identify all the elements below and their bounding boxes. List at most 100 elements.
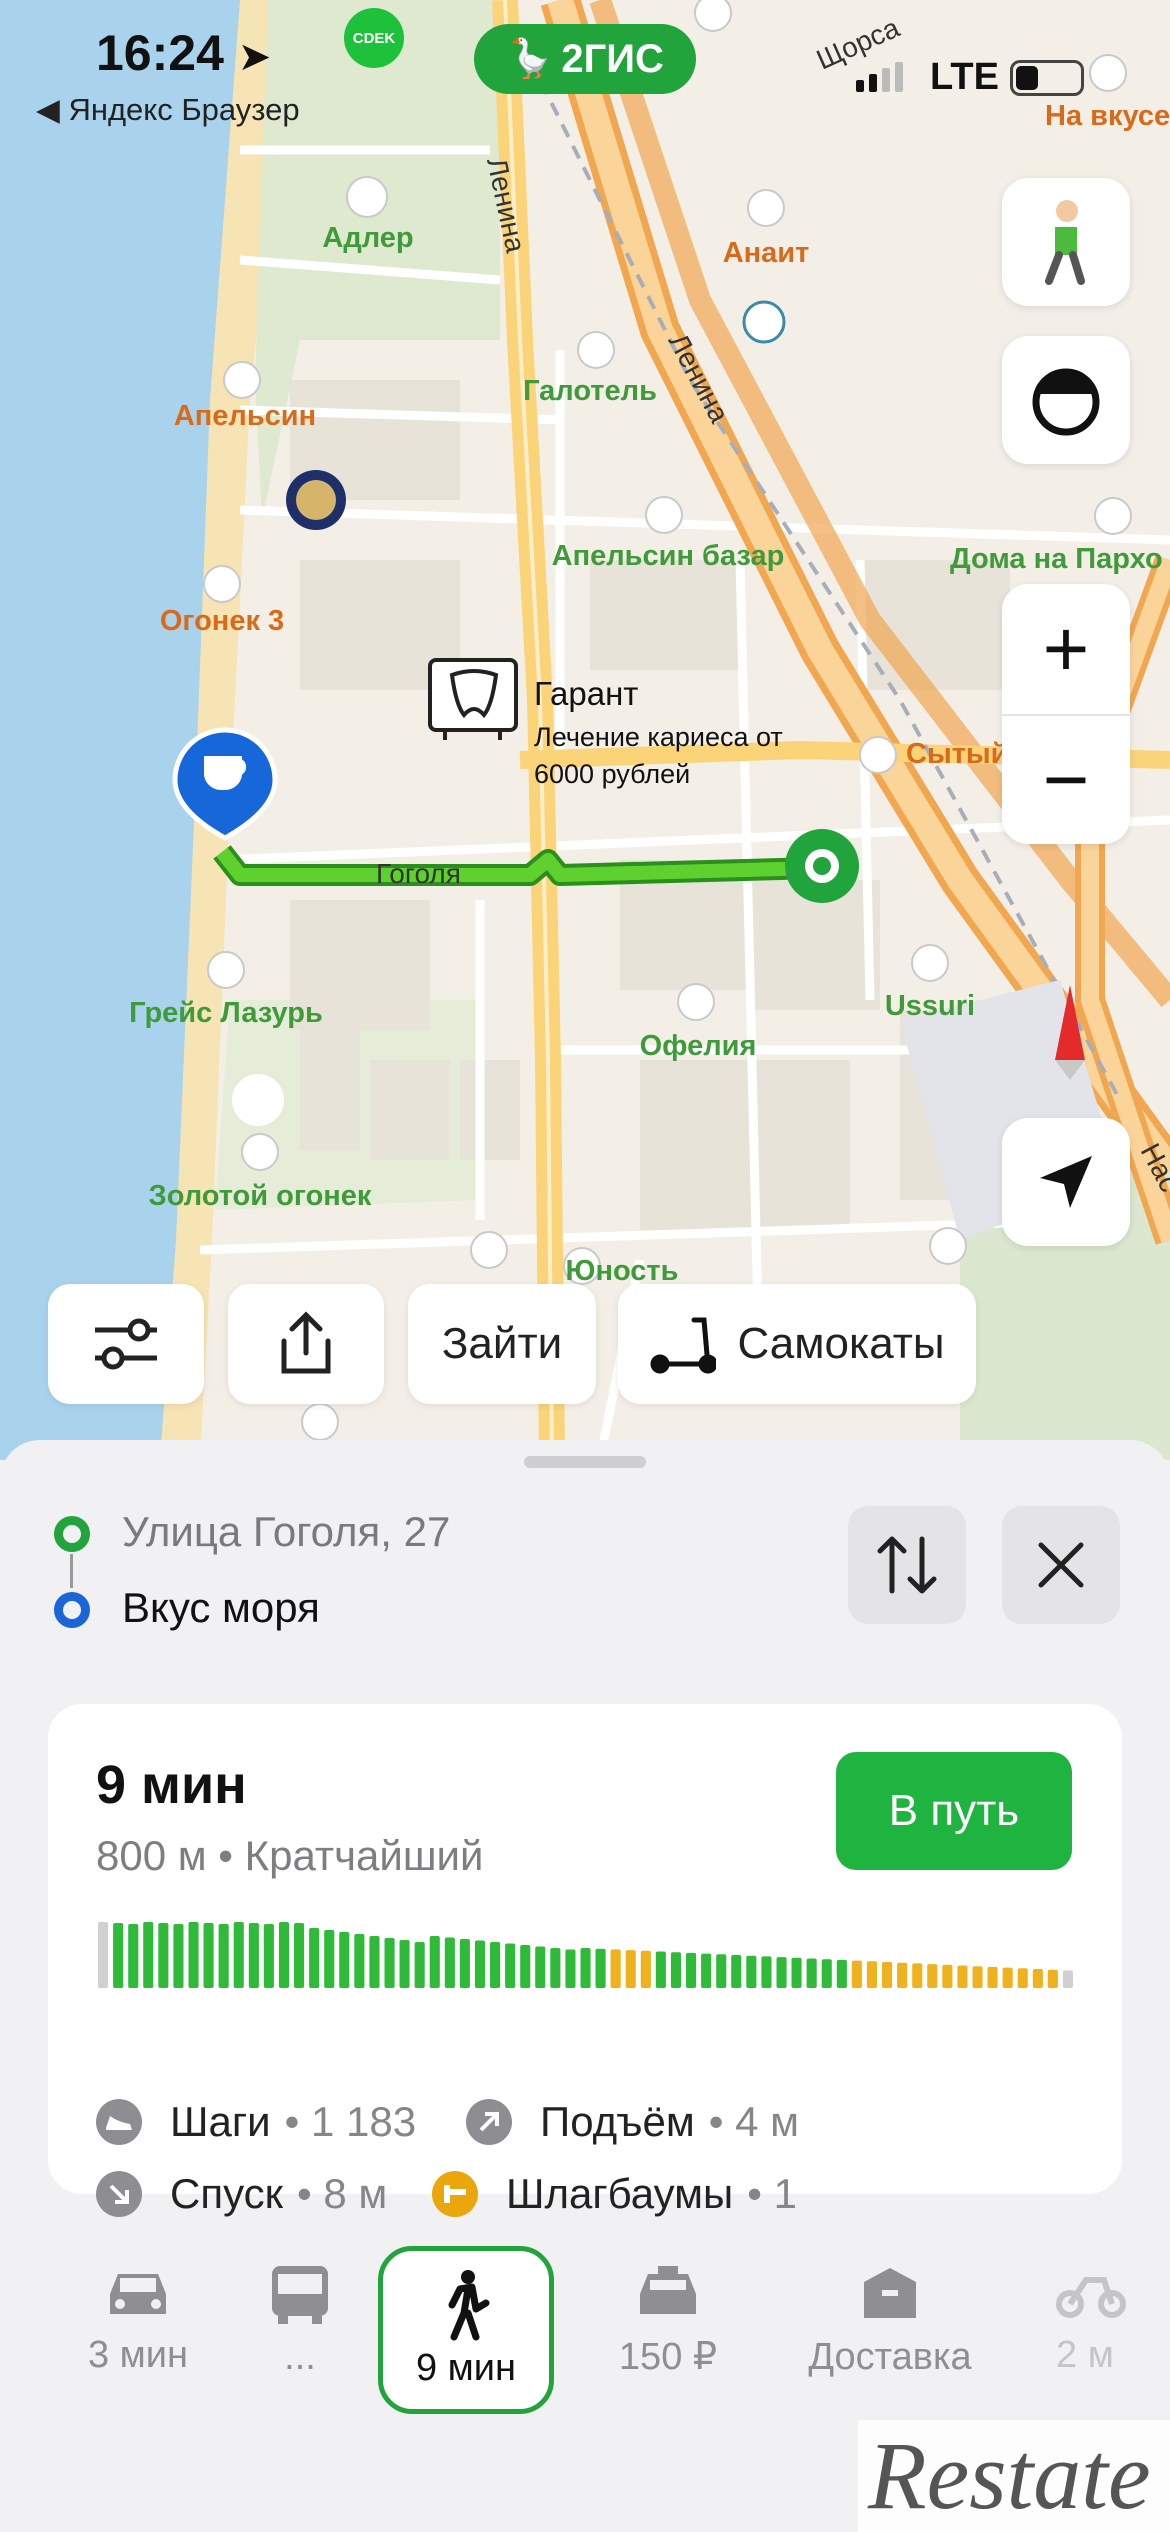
goose-icon: 🪿 xyxy=(506,38,554,80)
bike-icon xyxy=(1056,2277,1126,2318)
close-route-button[interactable] xyxy=(1002,1506,1120,1624)
zoom-out-button[interactable]: − xyxy=(1043,716,1090,844)
mode-bike[interactable]: 2 м xyxy=(1056,2264,1170,2377)
stat-steps: Шаги • 1 183 xyxy=(96,2098,416,2146)
elevation-bar xyxy=(655,1951,666,1988)
elevation-bar xyxy=(324,1930,335,1988)
elevation-bar xyxy=(459,1939,470,1988)
elevation-bar xyxy=(716,1954,727,1988)
swap-arrows-icon xyxy=(877,1536,937,1594)
taxi-icon xyxy=(640,2266,696,2314)
map-view[interactable]: Адлер Апельсин Огонек 3 Анаит Галотель А… xyxy=(0,0,1170,1460)
elevation-bar xyxy=(1017,1968,1028,1988)
elevation-bar xyxy=(610,1949,621,1988)
poi-adler: Адлер xyxy=(322,222,413,254)
share-button[interactable] xyxy=(228,1284,384,1404)
back-to-app-link[interactable]: ◀ Яндекс Браузер xyxy=(36,92,300,128)
poi-zolotoi: Золотой огонек xyxy=(149,1180,372,1212)
mode-bus[interactable]: ... xyxy=(240,2264,360,2379)
elevation-bar xyxy=(1002,1967,1013,1988)
elevation-bar xyxy=(625,1950,636,1988)
compass-button[interactable] xyxy=(1002,336,1130,464)
elevation-bar xyxy=(188,1922,199,1988)
elevation-bar xyxy=(746,1955,757,1988)
elevation-bar xyxy=(776,1957,787,1988)
elevation-bar xyxy=(912,1963,923,1988)
elevation-bar xyxy=(113,1923,124,1988)
elevation-bar xyxy=(791,1957,802,1988)
elevation-bar xyxy=(309,1928,320,1988)
zoom-in-button[interactable]: + xyxy=(1043,584,1090,714)
elevation-bar xyxy=(520,1945,531,1988)
elevation-bar xyxy=(399,1940,410,1988)
elevation-bar xyxy=(866,1961,877,1988)
location-arrow-icon: ➤ xyxy=(237,35,272,79)
elevation-bar xyxy=(203,1923,214,1988)
locate-me-button[interactable] xyxy=(1002,1118,1130,1246)
elevation-bar xyxy=(233,1922,244,1988)
network-type: LTE xyxy=(930,56,999,98)
sneaker-icon xyxy=(96,2099,142,2145)
poi-apelsin: Апельсин xyxy=(174,400,316,432)
swap-route-button[interactable] xyxy=(848,1506,966,1624)
elevation-bar xyxy=(414,1942,425,1988)
mode-taxi[interactable]: 150 ₽ xyxy=(598,2264,738,2379)
elevation-bar xyxy=(897,1962,908,1988)
stat-barriers: Шлагбаумы • 1 xyxy=(432,2170,797,2218)
end-point-icon xyxy=(54,1592,90,1628)
route-from[interactable]: Улица Гоголя, 27 xyxy=(122,1508,450,1556)
elevation-bar xyxy=(701,1953,712,1988)
poi-ussuri: Ussuri xyxy=(885,990,975,1022)
elevation-bar xyxy=(686,1952,697,1988)
filters-button[interactable] xyxy=(48,1284,204,1404)
elevation-bar xyxy=(384,1938,395,1988)
elevation-bar xyxy=(354,1934,365,1988)
elevation-bar xyxy=(218,1924,229,1988)
route-distance: 800 м • Кратчайший xyxy=(96,1832,484,1879)
elevation-bar xyxy=(942,1964,953,1988)
elevation-bar xyxy=(987,1966,998,1988)
barrier-icon xyxy=(432,2171,478,2217)
elevation-bar xyxy=(98,1922,109,1988)
dental-clinic-icon[interactable] xyxy=(428,658,518,740)
scooters-button[interactable]: Самокаты xyxy=(618,1284,976,1404)
elevation-bar xyxy=(821,1959,832,1988)
poi-ogonek: Огонек 3 xyxy=(160,605,284,637)
route-duration: 9 мин xyxy=(96,1755,247,1815)
poi-ofelia: Офелия xyxy=(640,1030,757,1062)
elevation-bar xyxy=(972,1966,983,1988)
location-arrow-icon xyxy=(1040,1156,1092,1208)
elevation-bar xyxy=(535,1946,546,1988)
start-navigation-button[interactable]: В путь xyxy=(836,1752,1072,1870)
elevation-bar xyxy=(173,1924,184,1988)
elevation-bar xyxy=(957,1965,968,1988)
elevation-bar xyxy=(927,1964,938,1988)
elevation-bar xyxy=(429,1936,440,1988)
stat-ascent: Подъём • 4 м xyxy=(466,2098,799,2146)
poi-doma: Дома на Пархо xyxy=(950,543,1163,575)
route-to[interactable]: Вкус моря xyxy=(122,1584,320,1632)
login-label: Зайти xyxy=(441,1319,563,1368)
street-gogolya: Гоголя xyxy=(376,858,461,889)
elevation-bar xyxy=(550,1948,561,1988)
login-button[interactable]: Зайти xyxy=(408,1284,596,1404)
mode-car[interactable]: 3 мин xyxy=(68,2264,208,2377)
mode-delivery[interactable]: Доставка xyxy=(790,2264,990,2379)
sheet-handle[interactable] xyxy=(524,1456,646,1468)
business-name[interactable]: Гарант xyxy=(534,675,638,712)
mode-walk[interactable]: 9 мин xyxy=(378,2246,554,2414)
close-icon xyxy=(1038,1542,1084,1588)
app-logo: 🪿 2ГИС xyxy=(474,24,696,94)
elevation-bar xyxy=(490,1942,501,1988)
arrow-up-right-icon xyxy=(466,2099,512,2145)
elevation-bar xyxy=(294,1923,305,1988)
elevation-bar xyxy=(731,1955,742,1988)
elevation-bar xyxy=(806,1958,817,1988)
poi-greis: Грейс Лазурь xyxy=(129,997,323,1029)
route-summary-card[interactable]: 9 мин 800 м • Кратчайший В путь Шаги • 1 … xyxy=(48,1704,1122,2217)
walk-mode-button[interactable] xyxy=(1002,178,1130,306)
elevation-bar xyxy=(339,1932,350,1988)
elevation-bar xyxy=(595,1948,606,1988)
elevation-bar xyxy=(505,1943,516,1988)
scooters-label: Самокаты xyxy=(737,1319,945,1368)
